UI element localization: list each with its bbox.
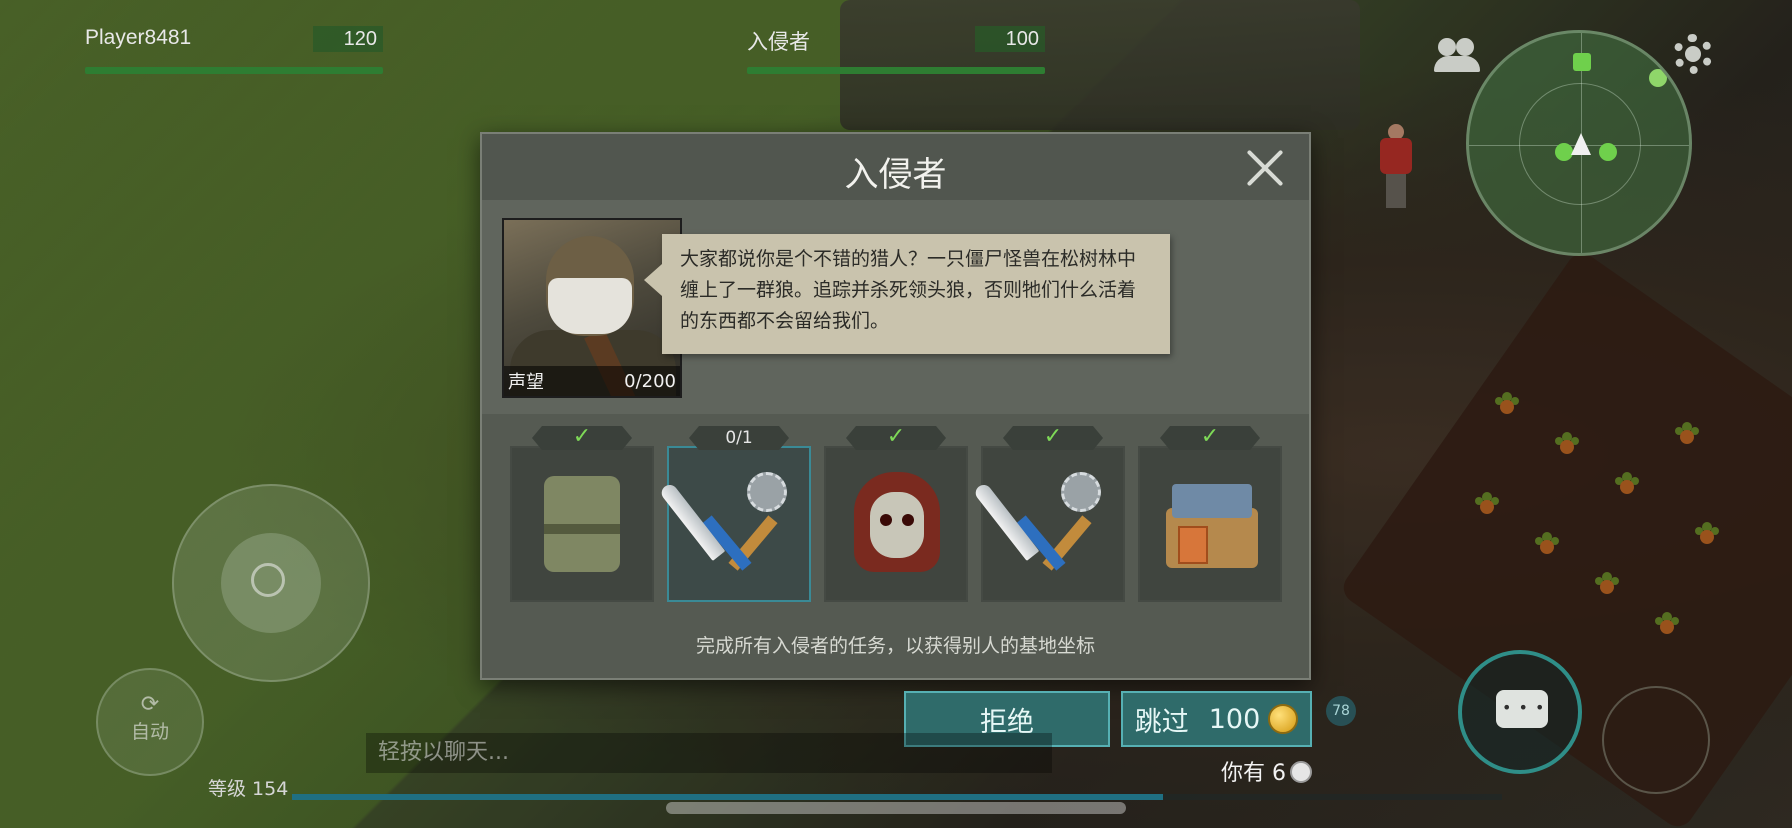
level-label: 等级 154: [208, 778, 289, 800]
military-vest-icon: [530, 468, 634, 578]
task-slot[interactable]: ✓: [510, 426, 654, 602]
xp-bar: [292, 794, 1502, 800]
invader-dialog: 入侵者 声望 0/200 大家都说你是个不错的猎人？一只僵尸怪兽在松树林中缠上了…: [480, 132, 1311, 680]
chat-button[interactable]: [1458, 650, 1582, 774]
reputation-label: 声望: [508, 372, 544, 393]
reputation-bar: 声望 0/200: [504, 366, 680, 396]
xp-fill: [292, 794, 1164, 800]
machete-saw-weapons-icon: [658, 468, 791, 578]
currency-owned: 你有 6: [1221, 755, 1312, 787]
workbench-icon: [1158, 468, 1262, 578]
gear-icon[interactable]: [1673, 34, 1713, 74]
task-status: ✓: [532, 426, 632, 450]
task-hint: 完成所有入侵者的任务，以获得别人的基地坐标: [695, 635, 1095, 657]
reputation-value: 0/200: [624, 370, 676, 392]
dialog-header: 入侵者: [482, 134, 1309, 201]
chat-icon: [1496, 690, 1548, 728]
dialog-title: 入侵者: [844, 155, 947, 195]
task-slot[interactable]: ✓: [972, 426, 1125, 602]
minimap-marker: [1573, 53, 1591, 71]
task-slot[interactable]: ✓: [1138, 426, 1282, 602]
minimap[interactable]: [1466, 30, 1692, 256]
skip-button[interactable]: 跳过 100: [1121, 691, 1312, 747]
minimap-marker: [1649, 69, 1667, 87]
minimap-marker: [1599, 143, 1617, 161]
refresh-icon: ⟳: [140, 692, 160, 717]
friends-icon[interactable]: [1434, 38, 1482, 72]
close-icon[interactable]: [1245, 148, 1285, 188]
skip-label: 跳过: [1134, 706, 1189, 738]
player-location-icon: [1571, 133, 1591, 155]
movement-joystick[interactable]: [172, 484, 370, 682]
zombie-head-icon: [844, 468, 948, 578]
task-progress: 0/1: [689, 426, 789, 450]
sprint-button[interactable]: [1602, 686, 1710, 794]
notification-badge: 78: [1326, 696, 1356, 726]
auto-label: 自动: [130, 721, 169, 743]
chat-input[interactable]: 轻按以聊天...: [366, 733, 1052, 773]
silver-coin-icon: [1290, 761, 1312, 783]
player-hp-bar: [85, 67, 383, 74]
enemy-health: 入侵者 100: [747, 26, 1045, 74]
home-indicator[interactable]: [666, 802, 1126, 814]
player-hp-value: 120: [313, 26, 383, 52]
task-slot-active[interactable]: 0/1: [658, 426, 811, 602]
enemy-hp-value: 100: [975, 26, 1045, 52]
skip-cost: 100: [1208, 703, 1261, 735]
joystick-knob[interactable]: [251, 563, 285, 597]
task-slot[interactable]: ✓: [824, 426, 968, 602]
invader-portrait: 声望 0/200: [502, 218, 682, 398]
auto-button[interactable]: ⟳ 自动: [96, 668, 204, 776]
player-health: Player8481 120: [85, 26, 383, 74]
task-status: ✓: [1160, 426, 1260, 450]
enemy-hp-bar: [747, 67, 1045, 74]
machete-saw-weapons-icon: [972, 468, 1105, 578]
story-speech-bubble: 大家都说你是个不错的猎人？一只僵尸怪兽在松树林中缠上了一群狼。追踪并杀死领头狼，…: [644, 234, 1170, 354]
gold-coin-icon: [1268, 704, 1299, 734]
currency-owned-label: 你有 6: [1221, 761, 1286, 786]
task-status: ✓: [846, 426, 946, 450]
task-status: ✓: [1003, 426, 1103, 450]
